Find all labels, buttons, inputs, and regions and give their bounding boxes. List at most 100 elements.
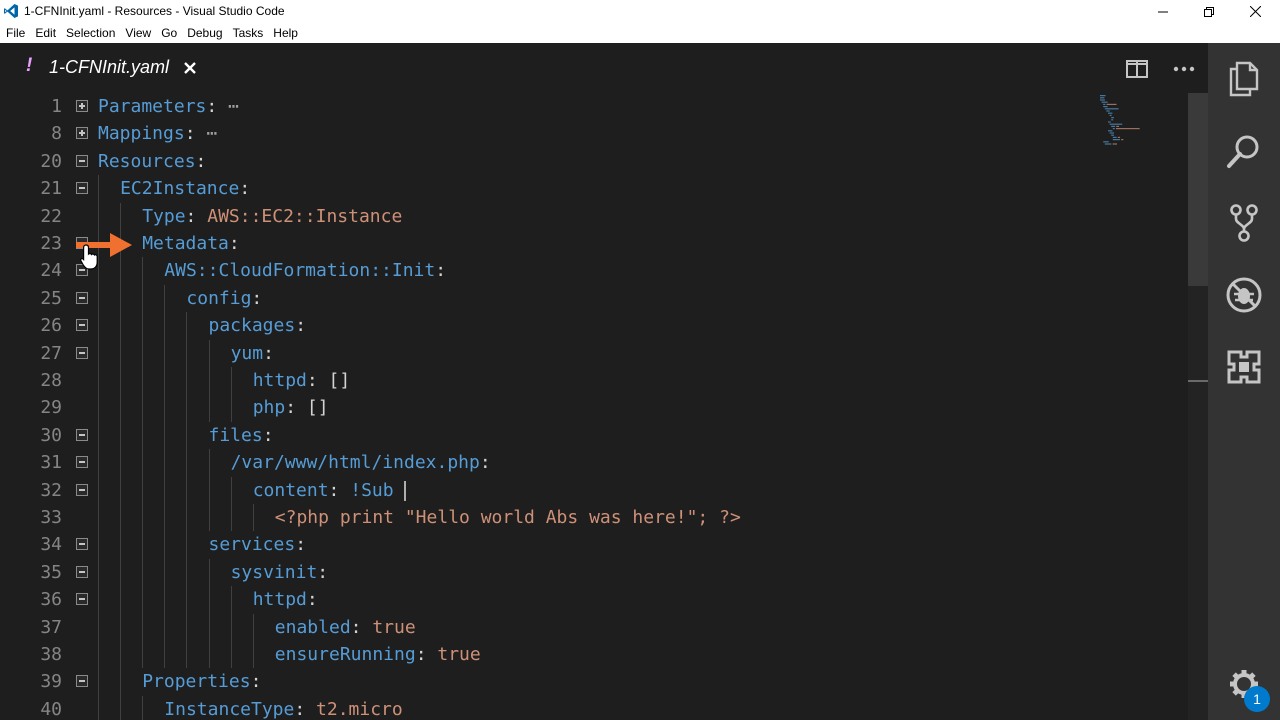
code-line[interactable]: 23 Metadata: — [0, 230, 1100, 258]
code-line[interactable]: 21 EC2Instance: — [0, 175, 1100, 203]
menu-view[interactable]: View — [120, 23, 156, 43]
code-line[interactable]: 30 files: — [0, 421, 1100, 450]
vertical-scrollbar[interactable] — [1188, 93, 1208, 720]
hand-pointer-icon — [80, 244, 98, 270]
fold-collapse-icon[interactable] — [76, 538, 88, 551]
indent-guide — [98, 641, 99, 669]
code-line[interactable]: 31/var/www/html/index.php: — [0, 449, 1100, 477]
code-text: Resources: — [98, 148, 206, 175]
fold-expand-icon[interactable] — [76, 100, 88, 112]
code-line[interactable]: 34 services: — [0, 531, 1100, 559]
extensions-button[interactable] — [1208, 331, 1280, 403]
code-text: InstanceType: t2.micro — [164, 696, 402, 720]
code-line[interactable]: 26 packages: — [0, 312, 1100, 340]
menu-tasks[interactable]: Tasks — [228, 23, 269, 43]
tab-1-cfninit-yaml[interactable]: ! 1-CFNInit.yaml — [0, 43, 210, 93]
restore-button[interactable] — [1186, 0, 1232, 23]
minimap-line — [1112, 139, 1120, 141]
code-line[interactable]: 36 httpd: — [0, 586, 1100, 614]
code-line[interactable]: 35 sysvinit: — [0, 558, 1100, 587]
code-line[interactable]: 28 httpd: [] — [0, 367, 1100, 395]
indent-guide — [208, 504, 210, 532]
fold-collapse-icon[interactable] — [76, 182, 88, 195]
indent-guide — [164, 558, 166, 587]
menu-help[interactable]: Help — [268, 23, 303, 43]
menu-go[interactable]: Go — [156, 23, 182, 43]
menu-edit[interactable]: Edit — [30, 23, 61, 43]
scrollbar-thumb[interactable] — [1188, 93, 1208, 286]
split-editor-button[interactable] — [1125, 57, 1149, 81]
code-line[interactable]: 20 Resources: — [0, 148, 1100, 175]
close-icon[interactable] — [183, 61, 197, 75]
code-text: config: — [186, 285, 262, 312]
code-line[interactable]: 40 InstanceType: t2.micro — [0, 695, 1100, 720]
indent-guide — [120, 367, 122, 395]
folded-ellipsis[interactable]: ⋯ — [217, 96, 239, 117]
code-line[interactable]: 29 php: [] — [0, 394, 1100, 422]
code-line[interactable]: 37 enabled: true — [0, 613, 1100, 641]
code-line[interactable]: 32 content: !Sub — [0, 476, 1100, 504]
yaml-key: config — [186, 287, 252, 309]
source-control-button[interactable] — [1208, 187, 1280, 259]
menu-selection[interactable]: Selection — [61, 23, 120, 43]
indent-guide — [142, 504, 144, 532]
indent-guide — [164, 312, 166, 340]
menu-file[interactable]: File — [1, 23, 30, 43]
code-line[interactable]: 39 Properties: — [0, 668, 1100, 696]
yaml-key: content — [252, 479, 329, 501]
tab-label: 1-CFNInit.yaml — [49, 57, 170, 77]
fold-collapse-icon[interactable] — [76, 346, 88, 359]
yaml-separator: : — [415, 644, 438, 665]
close-window-button[interactable] — [1232, 0, 1278, 23]
code-line[interactable]: 22 Type: AWS::EC2::Instance — [0, 202, 1100, 230]
code-line[interactable]: 1 Parameters: ⋯ — [0, 93, 1100, 120]
fold-collapse-icon[interactable] — [76, 291, 88, 304]
yaml-key: httpd — [252, 370, 307, 391]
indent-guide — [142, 586, 144, 614]
fold-collapse-icon[interactable] — [76, 456, 88, 469]
minimap-line — [1108, 112, 1113, 114]
indent-guide — [120, 284, 122, 313]
indent-guide — [186, 476, 188, 504]
more-actions-button[interactable] — [1172, 57, 1196, 81]
minimize-button[interactable] — [1140, 0, 1186, 23]
yaml-separator: : — [263, 342, 274, 364]
search-button[interactable] — [1208, 115, 1280, 187]
folded-ellipsis[interactable]: ⋯ — [196, 123, 217, 144]
minimap[interactable] — [1098, 93, 1168, 203]
code-editor[interactable]: 1 Parameters: ⋯ 8 Mappings: ⋯ 20 Resources: 21… — [0, 93, 1208, 720]
explorer-button[interactable] — [1208, 43, 1280, 115]
fold-collapse-icon[interactable] — [76, 483, 88, 496]
fold-collapse-icon[interactable] — [76, 675, 88, 688]
yaml-key: php — [252, 397, 286, 419]
fold-expand-icon[interactable] — [76, 127, 88, 140]
yaml-key: enabled — [274, 616, 351, 638]
line-number: 34 — [40, 534, 62, 556]
line-number: 39 — [40, 671, 62, 693]
code-line[interactable]: 27 yum: — [0, 339, 1100, 367]
fold-collapse-icon[interactable] — [76, 593, 88, 606]
code-line[interactable]: 24 AWS::CloudFormation::Init: — [0, 257, 1100, 285]
code-line[interactable]: 8 Mappings: ⋯ — [0, 120, 1100, 147]
indent-guide — [230, 504, 232, 532]
code-line[interactable]: 25 config: — [0, 284, 1100, 313]
fold-collapse-icon[interactable] — [76, 565, 88, 578]
code-line[interactable]: 33 <?php print "Hello world Abs was here!… — [0, 504, 1100, 532]
minimap-line — [1104, 143, 1112, 145]
indent-guide — [164, 613, 166, 641]
line-number: 38 — [40, 644, 62, 665]
extensions-icon — [1227, 350, 1261, 384]
fold-collapse-icon[interactable] — [76, 319, 88, 332]
code-text: files: — [209, 422, 274, 449]
fold-collapse-icon[interactable] — [76, 154, 88, 167]
yaml-separator: : [] — [285, 397, 329, 419]
minimap-line — [1108, 121, 1111, 123]
menu-debug[interactable]: Debug — [182, 23, 227, 43]
yaml-separator: : — [306, 589, 318, 611]
indent-guide — [120, 558, 122, 587]
fold-collapse-icon[interactable] — [76, 428, 88, 441]
settings-button[interactable] — [1208, 648, 1280, 720]
debug-button[interactable] — [1208, 259, 1280, 331]
code-line[interactable]: 38 ensureRunning: true — [0, 641, 1100, 669]
minimap-line — [1104, 108, 1119, 110]
